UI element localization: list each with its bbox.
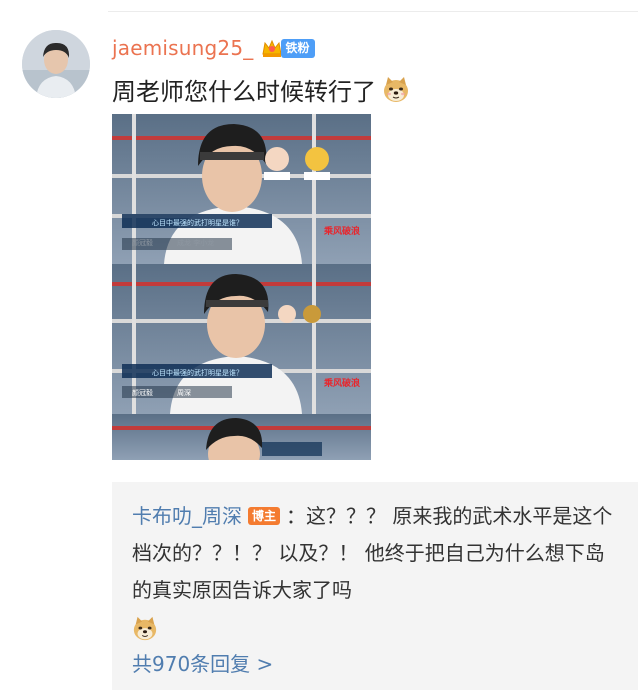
panel1-show-logo: 乘风破浪 [323,225,360,237]
doge-emoji-icon [132,616,158,642]
avatar-image [22,30,90,98]
username-link[interactable]: jaemisung25_ [112,36,253,60]
panel1-question: 心目中最强的武打明星是谁？ [152,218,243,227]
user-avatar[interactable] [22,30,90,98]
doge-emoji-icon [382,76,410,104]
blogger-badge: 博主 [248,507,281,525]
comment-image[interactable]: 心目中最强的武打明星是谁？ 颜冠毅 成龙 李小龙 乘风破浪 心目中最强的武打明星… [112,114,371,460]
view-replies-link[interactable]: 共970条回复 > [132,648,273,677]
reply-section: 卡布叻_周深 博主 ：这？？？ 原来我的武术水平是这个档次的？？！？ 以及？！ 他终… [112,482,638,690]
comment-text: 周老师您什么时候转行了 [112,78,376,106]
panel2-question: 心目中最强的武打明星是谁？ [152,368,243,377]
panel2-answer: 周深 [177,388,191,397]
crown-icon [261,38,283,58]
reply-content: 卡布叻_周深 博主 ：这？？？ 原来我的武术水平是这个档次的？？！？ 以及？！ 他终… [132,498,624,646]
comment-body: 周老师您什么时候转行了 [112,72,410,107]
reply-author-link[interactable]: 卡布叻_周深 [132,504,242,528]
fan-badge: 铁粉 [281,38,315,58]
comment-header: jaemisung25_ 铁粉 [112,34,315,62]
screenshot-collage-image: 心目中最强的武打明星是谁？ 颜冠毅 成龙 李小龙 乘风破浪 心目中最强的武打明星… [112,114,371,460]
panel2-guest: 颜冠毅 [132,388,153,397]
panel2-show-logo: 乘风破浪 [323,377,360,389]
divider [108,11,638,12]
